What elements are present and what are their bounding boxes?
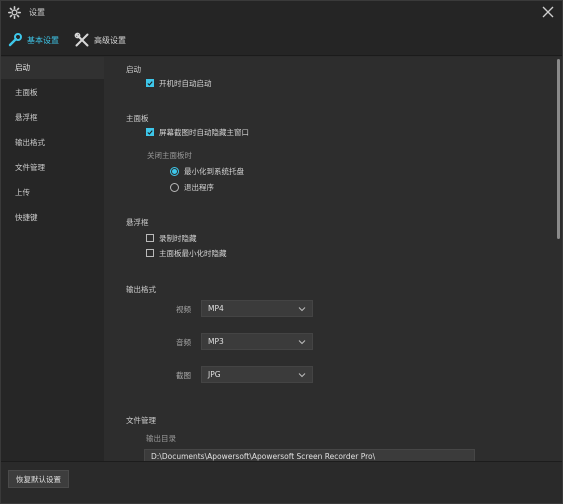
audio-format-label: 音频 bbox=[176, 338, 191, 347]
exit-program-radio[interactable]: 退出程序 bbox=[170, 181, 214, 193]
title-bar: 设置 bbox=[1, 1, 562, 24]
checkbox-label: 屏幕截图时自动隐藏主窗口 bbox=[159, 127, 249, 137]
sidebar: 启动 主面板 悬浮框 输出格式 文件管理 上传 快捷键 bbox=[1, 57, 104, 461]
checkbox-label: 录制时隐藏 bbox=[159, 233, 197, 243]
video-format-select[interactable]: MP4 bbox=[201, 300, 313, 317]
radio-label: 退出程序 bbox=[184, 182, 214, 192]
checkbox-checked-icon bbox=[146, 79, 154, 87]
reset-defaults-button[interactable]: 恢复默认设置 bbox=[8, 470, 69, 488]
settings-window: 设置 基本设置 高级设置 启动 主面板 悬浮框 输出格式 文件管理 上传 快捷键… bbox=[0, 0, 563, 504]
hide-when-minimized-checkbox[interactable]: 主面板最小化时隐藏 bbox=[146, 247, 227, 259]
hide-on-screenshot-checkbox[interactable]: 屏幕截图时自动隐藏主窗口 bbox=[146, 126, 249, 138]
tab-advanced-settings[interactable]: 高级设置 bbox=[74, 30, 126, 50]
output-dir-field[interactable]: D:\Documents\Apowersoft\Apowersoft Scree… bbox=[144, 449, 475, 461]
sidebar-item-startup[interactable]: 启动 bbox=[1, 57, 104, 79]
radio-label: 最小化到系统托盘 bbox=[184, 166, 244, 176]
section-title-panel: 主面板 bbox=[126, 114, 149, 123]
tools-icon bbox=[74, 32, 89, 47]
hide-when-recording-checkbox[interactable]: 录制时隐藏 bbox=[146, 232, 197, 244]
sidebar-item-panel[interactable]: 主面板 bbox=[1, 82, 104, 104]
radio-unselected-icon bbox=[170, 182, 179, 192]
video-format-label: 视频 bbox=[176, 305, 191, 314]
screenshot-format-select[interactable]: JPG bbox=[201, 366, 313, 383]
radio-selected-icon bbox=[170, 166, 179, 176]
select-value: JPG bbox=[208, 370, 221, 379]
settings-content: 启动 开机时自动启动 主面板 屏幕截图时自动隐藏主窗口 关闭主面板时 最小化到系… bbox=[104, 57, 554, 461]
screenshot-format-label: 截图 bbox=[176, 371, 191, 380]
sidebar-item-floating[interactable]: 悬浮框 bbox=[1, 107, 104, 129]
tab-basic-settings[interactable]: 基本设置 bbox=[7, 30, 59, 50]
section-title-output-format: 输出格式 bbox=[126, 285, 156, 294]
checkbox-unchecked-icon bbox=[146, 249, 154, 257]
select-value: MP4 bbox=[208, 304, 224, 313]
window-title: 设置 bbox=[29, 8, 45, 17]
minimize-to-tray-radio[interactable]: 最小化到系统托盘 bbox=[170, 165, 244, 177]
section-title-file-management: 文件管理 bbox=[126, 416, 156, 425]
sidebar-item-shortcuts[interactable]: 快捷键 bbox=[1, 207, 104, 229]
gear-icon bbox=[8, 6, 21, 19]
tab-label: 高级设置 bbox=[94, 35, 126, 45]
checkbox-checked-icon bbox=[146, 128, 154, 136]
sidebar-item-file-management[interactable]: 文件管理 bbox=[1, 157, 104, 179]
checkbox-unchecked-icon bbox=[146, 234, 154, 242]
section-title-floating: 悬浮框 bbox=[126, 218, 149, 227]
chevron-down-icon bbox=[298, 306, 306, 311]
audio-format-select[interactable]: MP3 bbox=[201, 333, 313, 350]
section-title-startup: 启动 bbox=[126, 65, 141, 74]
scrollbar-thumb[interactable] bbox=[557, 59, 560, 239]
output-dir-label: 输出目录 bbox=[146, 434, 176, 443]
chevron-down-icon bbox=[298, 372, 306, 377]
checkbox-label: 开机时自动启动 bbox=[159, 78, 212, 88]
chevron-down-icon bbox=[298, 339, 306, 344]
close-panel-subtitle: 关闭主面板时 bbox=[147, 151, 192, 160]
sidebar-item-upload[interactable]: 上传 bbox=[1, 182, 104, 204]
footer: 恢复默认设置 bbox=[1, 461, 562, 503]
tab-label: 基本设置 bbox=[27, 35, 59, 45]
select-value: MP3 bbox=[208, 337, 224, 346]
vertical-scrollbar[interactable] bbox=[554, 57, 562, 461]
close-icon[interactable] bbox=[540, 4, 556, 20]
settings-tabs: 基本设置 高级设置 bbox=[1, 24, 562, 56]
auto-start-checkbox[interactable]: 开机时自动启动 bbox=[146, 77, 212, 89]
wrench-icon bbox=[8, 33, 22, 47]
sidebar-item-output-format[interactable]: 输出格式 bbox=[1, 132, 104, 154]
checkbox-label: 主面板最小化时隐藏 bbox=[159, 248, 227, 258]
